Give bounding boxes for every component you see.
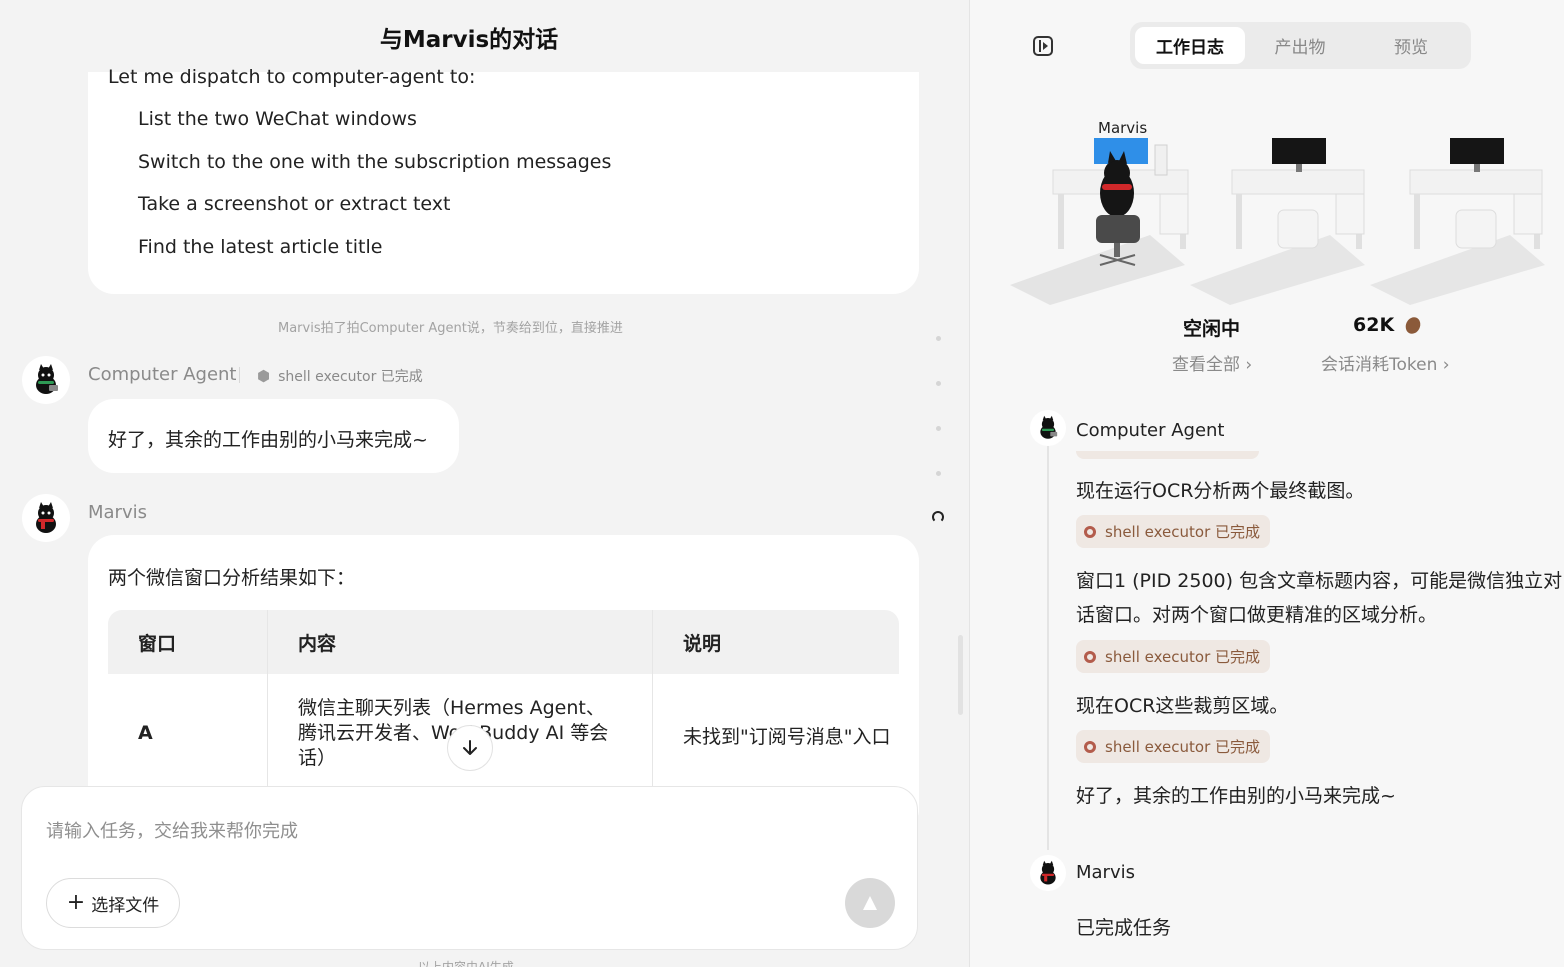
executor-icon: [1084, 740, 1096, 753]
work-log-panel: 工作日志 产出物 预览 Marvis 空闲中 查看全部 › 62K 会话消耗To…: [969, 0, 1564, 967]
table-header-window: 窗口: [108, 610, 268, 674]
cat-agent-icon: [36, 364, 58, 394]
log-text: 话窗口。对两个窗口做更精准的区域分析。: [1076, 604, 1438, 626]
agent-message-text: 好了，其余的工作由别的小马来完成~: [108, 429, 428, 451]
executor-status[interactable]: ⬢ shell executor 已完成: [257, 366, 423, 386]
view-all-link[interactable]: 查看全部 ›: [1172, 350, 1252, 375]
log-collapsed-item: [1076, 451, 1259, 459]
token-value: 62K: [1353, 314, 1395, 336]
executor-badge-label: shell executor 已完成: [1105, 523, 1261, 541]
table-header-content: 内容: [268, 610, 653, 674]
office-agent-label: Marvis: [1098, 119, 1148, 137]
token-usage-label: 会话消耗Token: [1321, 355, 1438, 375]
token-stat: 62K: [1353, 314, 1424, 336]
log-agent-name: Computer Agent: [1076, 420, 1225, 441]
marvis-intro-text: 两个微信窗口分析结果如下：: [108, 567, 356, 589]
marvis-avatar[interactable]: [22, 494, 70, 542]
marvis-avatar[interactable]: [1030, 855, 1066, 891]
nav-dot[interactable]: [936, 336, 941, 341]
ai-disclaimer: 以上内容由AI生成: [418, 960, 514, 967]
hexagon-icon: ⬢: [257, 367, 271, 385]
result-table: 窗口 内容 说明 A 微信主聊天列表（Hermes Agent、 腾讯云开发者、…: [108, 610, 899, 810]
nav-dot[interactable]: [936, 381, 941, 386]
cat-marvis-icon: [1040, 860, 1056, 885]
refresh-icon[interactable]: [932, 511, 944, 523]
executor-badge-label: shell executor 已完成: [1105, 738, 1261, 756]
sidebar-toggle-icon: [1039, 40, 1041, 52]
panel-tabs: 工作日志 产出物 预览: [1130, 22, 1471, 69]
timeline-line: [1047, 440, 1049, 850]
arrow-down-icon: [463, 740, 477, 755]
log-text: 已完成任务: [1076, 917, 1172, 939]
task-input[interactable]: 请输入任务，交给我来帮你完成: [46, 817, 298, 843]
log-marvis-name: Marvis: [1076, 862, 1135, 883]
status-value: 空闲中: [1183, 318, 1241, 340]
chevron-right-icon: ›: [1442, 355, 1450, 375]
dispatch-step: Switch to the one with the subscription …: [138, 151, 612, 173]
log-text: 现在OCR这些裁剪区域。: [1076, 695, 1289, 717]
dispatch-step: List the two WeChat windows: [138, 108, 417, 130]
executor-badge-label: shell executor 已完成: [1105, 648, 1261, 666]
log-text: 现在运行OCR分析两个最终截图。: [1076, 480, 1365, 502]
table-cell-content-line: 微信主聊天列表（Hermes Agent、: [298, 697, 605, 719]
chevron-right-icon: [1043, 42, 1048, 50]
tab-preview[interactable]: 预览: [1356, 27, 1466, 64]
desk-empty: [1190, 138, 1365, 305]
handoff-note: Marvis拍了拍Computer Agent说，节奏给到位，直接推进: [278, 321, 623, 336]
agent-sender-name: Computer Agent: [88, 364, 237, 385]
coffee-bean-icon: [1403, 314, 1424, 336]
agent-message-bubble: 好了，其余的工作由别的小马来完成~: [88, 399, 459, 473]
dispatch-message-card: Let me dispatch to computer-agent to: Li…: [88, 66, 919, 294]
composer: 请输入任务，交给我来帮你完成 + 选择文件: [21, 786, 918, 950]
desk-empty: [1370, 138, 1545, 305]
computer-agent-avatar[interactable]: [22, 356, 70, 404]
marvis-sender-name: Marvis: [88, 502, 147, 523]
tab-work-log[interactable]: 工作日志: [1135, 27, 1245, 64]
nav-dot[interactable]: [936, 426, 941, 431]
tab-outputs[interactable]: 产出物: [1245, 27, 1355, 64]
chat-panel: 与Marvis的对话 Let me dispatch to computer-a…: [0, 0, 968, 967]
scrollbar-thumb[interactable]: [958, 635, 963, 715]
table-cell-window: A: [138, 722, 153, 744]
cat-marvis-icon: [36, 502, 56, 533]
view-all-label: 查看全部: [1172, 355, 1240, 375]
table-header-note: 说明: [653, 610, 899, 674]
attach-file-button[interactable]: + 选择文件: [46, 878, 180, 928]
dispatch-intro: Let me dispatch to computer-agent to:: [108, 66, 476, 88]
chevron-right-icon: ›: [1245, 355, 1253, 375]
executor-badge[interactable]: shell executor 已完成: [1076, 730, 1271, 763]
log-text: 窗口1 (PID 2500) 包含文章标题内容，可能是微信独立对: [1076, 570, 1563, 592]
sender-divider: [239, 367, 240, 383]
nav-dot[interactable]: [936, 471, 941, 476]
executor-badge[interactable]: shell executor 已完成: [1076, 515, 1271, 548]
cat-agent-icon: [1040, 415, 1058, 439]
computer-agent-avatar[interactable]: [1030, 410, 1066, 446]
toggle-sidebar-button[interactable]: [1033, 36, 1053, 56]
scroll-to-bottom-button[interactable]: [447, 725, 493, 771]
executor-status-label: shell executor 已完成: [278, 369, 423, 385]
send-arrow-icon: [863, 896, 877, 910]
log-text: 好了，其余的工作由别的小马来完成~: [1076, 785, 1396, 807]
executor-icon: [1084, 525, 1096, 538]
table-cell-note: 未找到"订阅号消息"入口: [683, 726, 891, 748]
token-usage-link[interactable]: 会话消耗Token ›: [1321, 350, 1450, 375]
dispatch-step: Find the latest article title: [138, 236, 383, 258]
plus-icon: +: [66, 890, 86, 915]
send-button[interactable]: [845, 878, 895, 928]
dispatch-step: Take a screenshot or extract text: [138, 193, 451, 215]
office-illustration: [1010, 138, 1545, 305]
desk-occupied: [1010, 138, 1189, 305]
executor-badge[interactable]: shell executor 已完成: [1076, 640, 1271, 673]
page-title: 与Marvis的对话: [379, 27, 559, 53]
executor-icon: [1084, 650, 1096, 663]
attach-file-label: 选择文件: [91, 895, 160, 916]
